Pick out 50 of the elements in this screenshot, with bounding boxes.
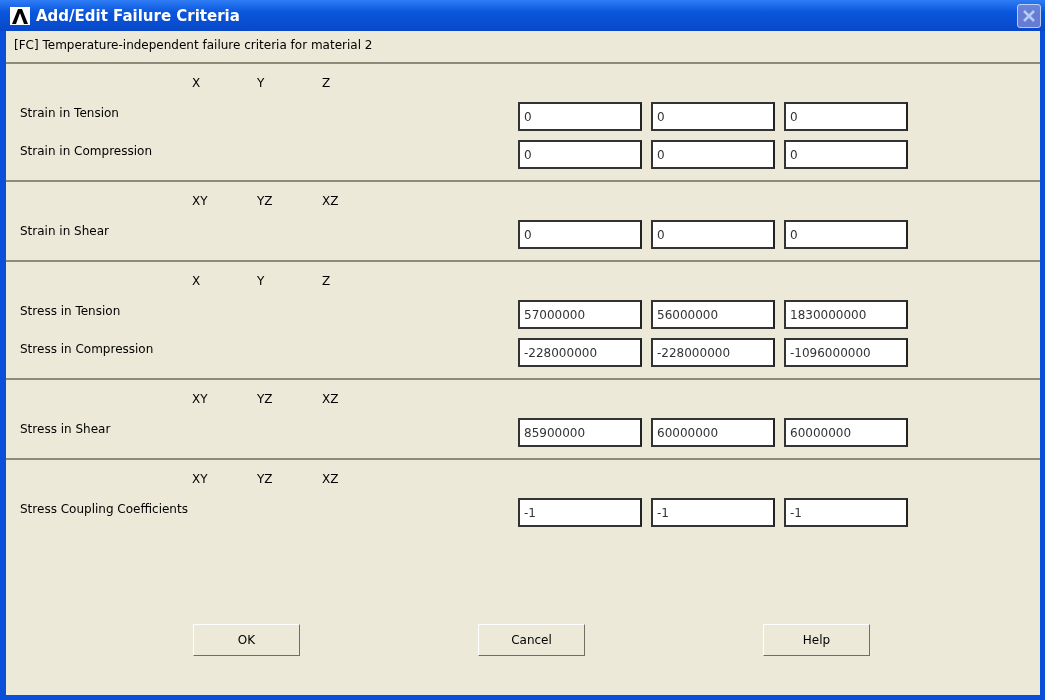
axis-label: XZ (322, 472, 340, 486)
input-field[interactable]: 0 (784, 102, 908, 131)
input-field[interactable]: -1 (651, 498, 775, 527)
axis-label: Y (257, 76, 266, 90)
axis-label: X (192, 274, 202, 288)
input-field[interactable]: -1096000000 (784, 338, 908, 367)
subtitle: [FC] Temperature-independent failure criteria for material 2 (6, 31, 1040, 64)
axis-label: Y (257, 274, 266, 288)
axis-label: XZ (322, 194, 340, 208)
axis-label: XY (192, 472, 209, 486)
row-label: Stress Coupling Coefficients (20, 501, 189, 516)
input-field[interactable]: 56000000 (651, 300, 775, 329)
input-field[interactable]: -228000000 (651, 338, 775, 367)
axis-label: XY (192, 194, 209, 208)
input-field[interactable]: -228000000 (518, 338, 642, 367)
dialog-button[interactable]: OK (193, 624, 300, 656)
close-icon (1022, 8, 1036, 23)
axis-label: Z (322, 76, 332, 90)
logo-icon (10, 6, 30, 25)
axis-label: YZ (257, 194, 274, 208)
input-field[interactable]: 0 (651, 220, 775, 249)
row-label: Strain in Tension (20, 105, 120, 120)
row-label: Strain in Compression (20, 143, 153, 158)
input-field[interactable]: 0 (651, 102, 775, 131)
row-label: Stress in Compression (20, 341, 155, 356)
row-label: Strain in Shear (20, 223, 110, 238)
axis-label: XZ (322, 392, 340, 406)
row-label: Stress in Tension (20, 303, 122, 318)
row-label: Stress in Shear (20, 421, 112, 436)
axis-label: YZ (257, 392, 274, 406)
input-field[interactable]: -1 (784, 498, 908, 527)
input-field[interactable]: 0 (518, 220, 642, 249)
input-field[interactable]: -1 (518, 498, 642, 527)
input-field[interactable]: 0 (784, 140, 908, 169)
axis-label: YZ (257, 472, 274, 486)
input-field[interactable]: 0 (651, 140, 775, 169)
input-field[interactable]: 0 (518, 102, 642, 131)
axis-label: X (192, 76, 202, 90)
dialog-button[interactable]: Cancel (478, 624, 585, 656)
input-field[interactable]: 60000000 (651, 418, 775, 447)
input-field[interactable]: 85900000 (518, 418, 642, 447)
input-field[interactable]: 60000000 (784, 418, 908, 447)
input-field[interactable]: 57000000 (518, 300, 642, 329)
window-title: Add/Edit Failure Criteria (36, 6, 241, 25)
axis-label: Z (322, 274, 332, 288)
input-field[interactable]: 1830000000 (784, 300, 908, 329)
input-field[interactable]: 0 (784, 220, 908, 249)
input-field[interactable]: 0 (518, 140, 642, 169)
dialog-button[interactable]: Help (763, 624, 870, 656)
axis-label: XY (192, 392, 209, 406)
